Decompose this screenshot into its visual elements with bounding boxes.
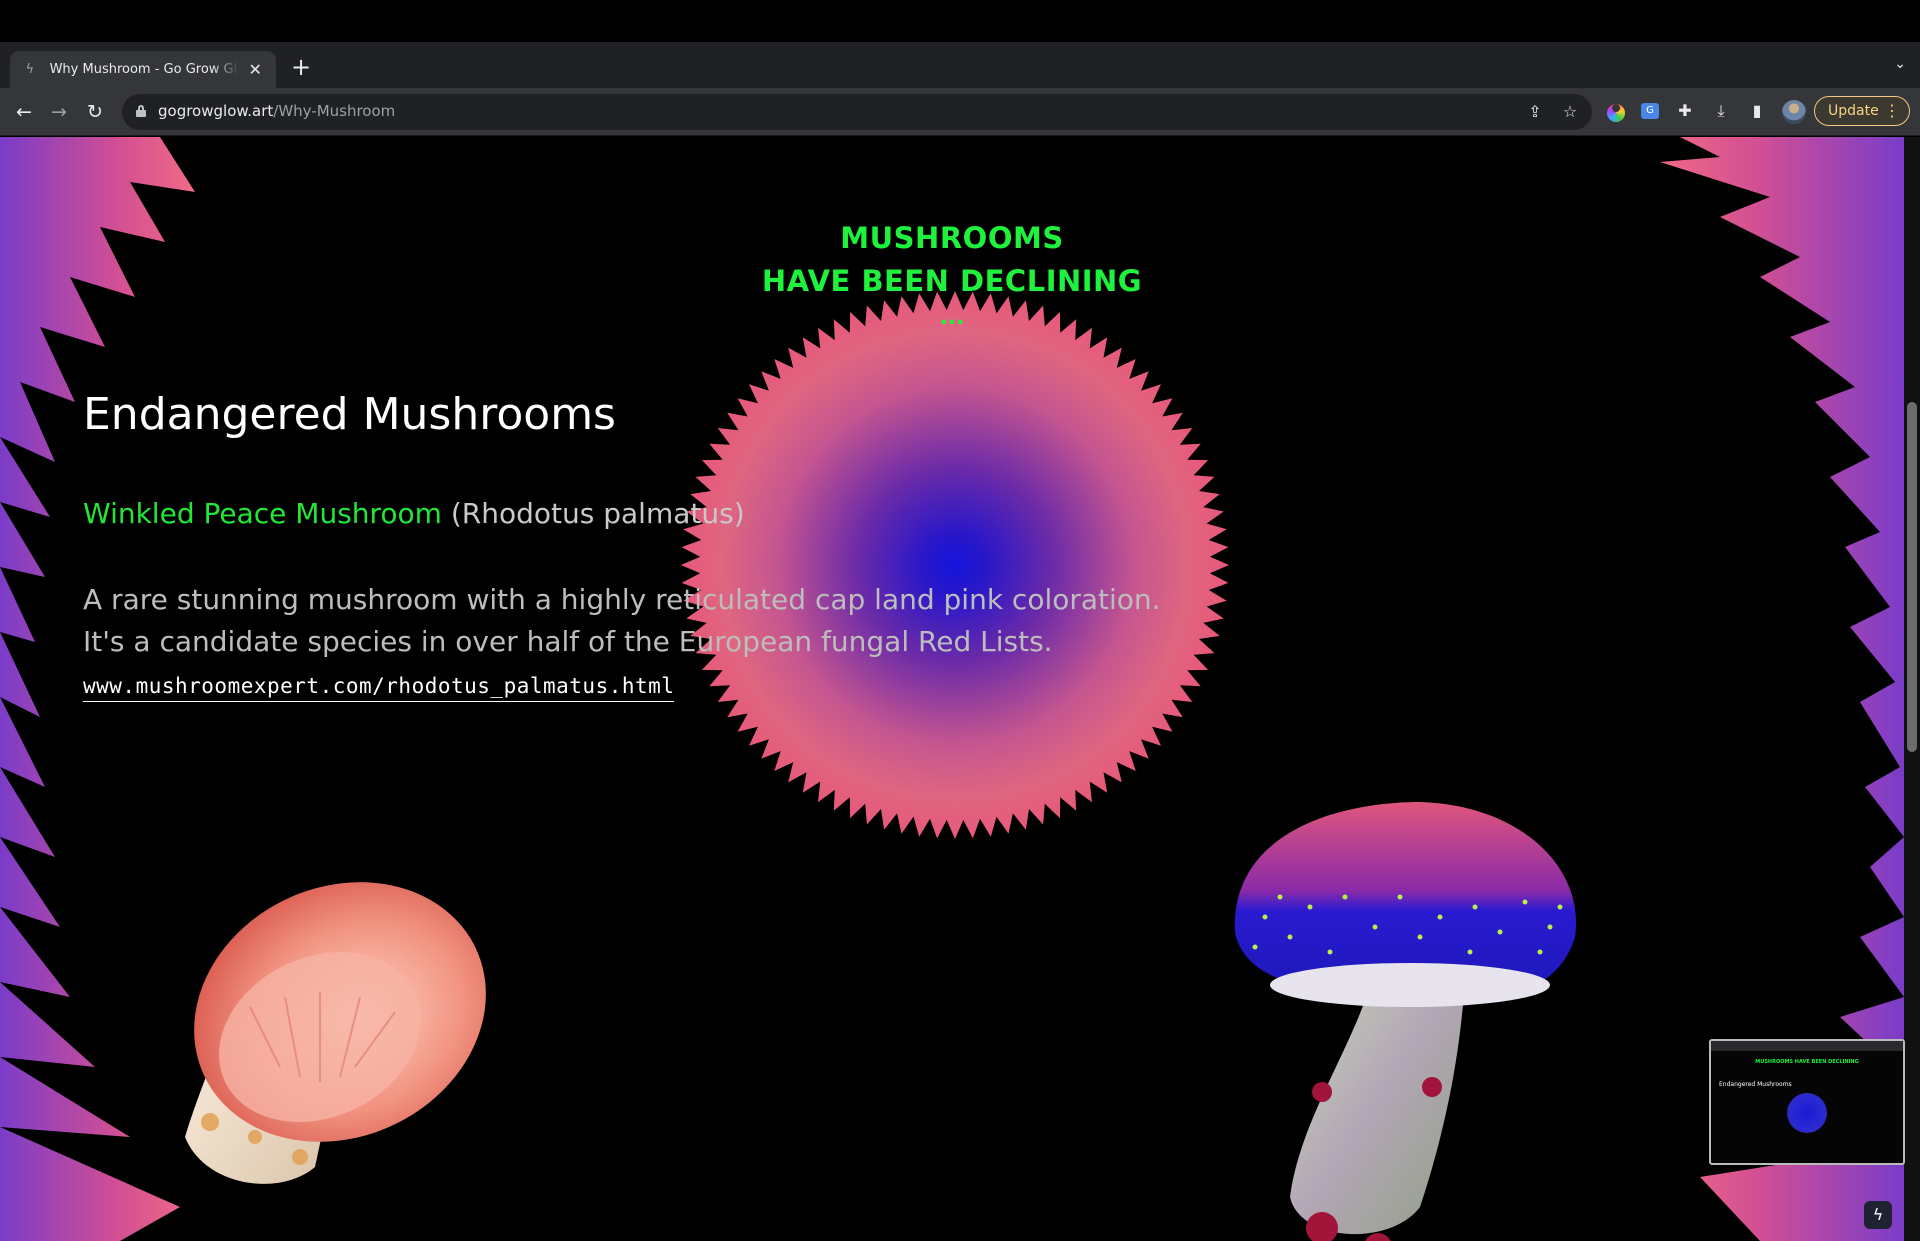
headline-line-1: MUSHROOMS: [840, 221, 1064, 255]
page-preview-thumbnail[interactable]: MUSHROOMS HAVE BEEN DECLINING Endangered…: [1709, 1039, 1905, 1165]
close-icon[interactable]: ✕: [246, 61, 264, 78]
url-path: /Why-Mushroom: [273, 102, 396, 120]
species-name: Winkled Peace Mushroom (Rhodotus palmatu…: [83, 497, 745, 530]
url-text: gogrowglow.art/Why-Mushroom: [158, 102, 395, 120]
species-common-name: Winkled Peace Mushroom: [83, 497, 442, 530]
headline-line-2: HAVE BEEN DECLINING: [761, 264, 1143, 298]
side-panel-icon[interactable]: ▮: [1745, 99, 1769, 123]
species-latin-name: (Rhodotus palmatus): [450, 497, 745, 530]
species-description: A rare stunning mushroom with a highly r…: [83, 579, 1223, 663]
color-picker-extension-icon[interactable]: [1604, 99, 1628, 123]
update-button[interactable]: Update ⋮: [1814, 96, 1910, 126]
new-tab-button[interactable]: +: [288, 55, 314, 81]
description-line-2: It's a candidate species in over half of…: [83, 625, 1053, 658]
spiky-blob-shape: [681, 291, 1229, 839]
more-menu-icon[interactable]: ⋮: [1884, 97, 1900, 125]
bolt-icon[interactable]: ϟ: [1864, 1201, 1892, 1229]
description-line-1: A rare stunning mushroom with a highly r…: [83, 583, 1161, 616]
pink-mushroom-illustration: [185, 882, 486, 1184]
preview-headline: MUSHROOMS HAVE BEEN DECLINING: [1755, 1059, 1859, 1065]
tab-why-mushroom[interactable]: ϟ Why Mushroom - Go Grow Glow ✕: [10, 51, 276, 88]
forward-arrow-icon[interactable]: →: [47, 100, 71, 124]
browser-toolbar: ← → ↻ gogrowglow.art/Why-Mushroom ⇪ ☆: [0, 88, 1920, 136]
translate-extension-icon[interactable]: G: [1638, 99, 1662, 123]
window-top-band: [0, 0, 1920, 42]
scrollbar-thumb[interactable]: [1907, 402, 1917, 752]
profile-avatar[interactable]: [1782, 100, 1806, 124]
bolt-icon: ϟ: [25, 61, 35, 77]
back-arrow-icon[interactable]: ←: [12, 100, 36, 124]
headline-ellipsis: ...: [939, 305, 965, 330]
bookmark-star-icon[interactable]: ☆: [1559, 101, 1581, 123]
source-link[interactable]: www.mushroomexpert.com/rhodotus_palmatus…: [83, 674, 675, 702]
update-label: Update: [1828, 103, 1879, 119]
section-title: Endangered Mushrooms: [83, 389, 616, 440]
reload-icon[interactable]: ↻: [83, 100, 107, 124]
chevron-down-icon[interactable]: ⌄: [1894, 56, 1906, 72]
blue-mushroom-illustration: [1234, 802, 1577, 1241]
preview-heading: Endangered Mushrooms: [1719, 1081, 1792, 1088]
page-content: MUSHROOMS HAVE BEEN DECLINING ... Endang…: [0, 137, 1920, 1241]
page-headline: MUSHROOMS HAVE BEEN DECLINING: [0, 217, 1904, 303]
share-icon[interactable]: ⇪: [1524, 101, 1546, 123]
address-bar[interactable]: gogrowglow.art/Why-Mushroom ⇪ ☆: [122, 94, 1592, 130]
preview-toolbar: [1711, 1041, 1903, 1051]
puzzle-extensions-icon[interactable]: ✚: [1673, 99, 1697, 123]
lock-icon: [136, 105, 146, 117]
tab-strip: ϟ Why Mushroom - Go Grow Glow ✕ + ⌄: [0, 42, 1920, 88]
preview-blob: [1787, 1093, 1827, 1133]
spiky-blob-decoration: [681, 291, 1229, 839]
tab-title: Why Mushroom - Go Grow Glow: [49, 62, 241, 77]
url-domain: gogrowglow.art: [158, 102, 274, 120]
download-icon[interactable]: ⤓: [1709, 99, 1733, 123]
